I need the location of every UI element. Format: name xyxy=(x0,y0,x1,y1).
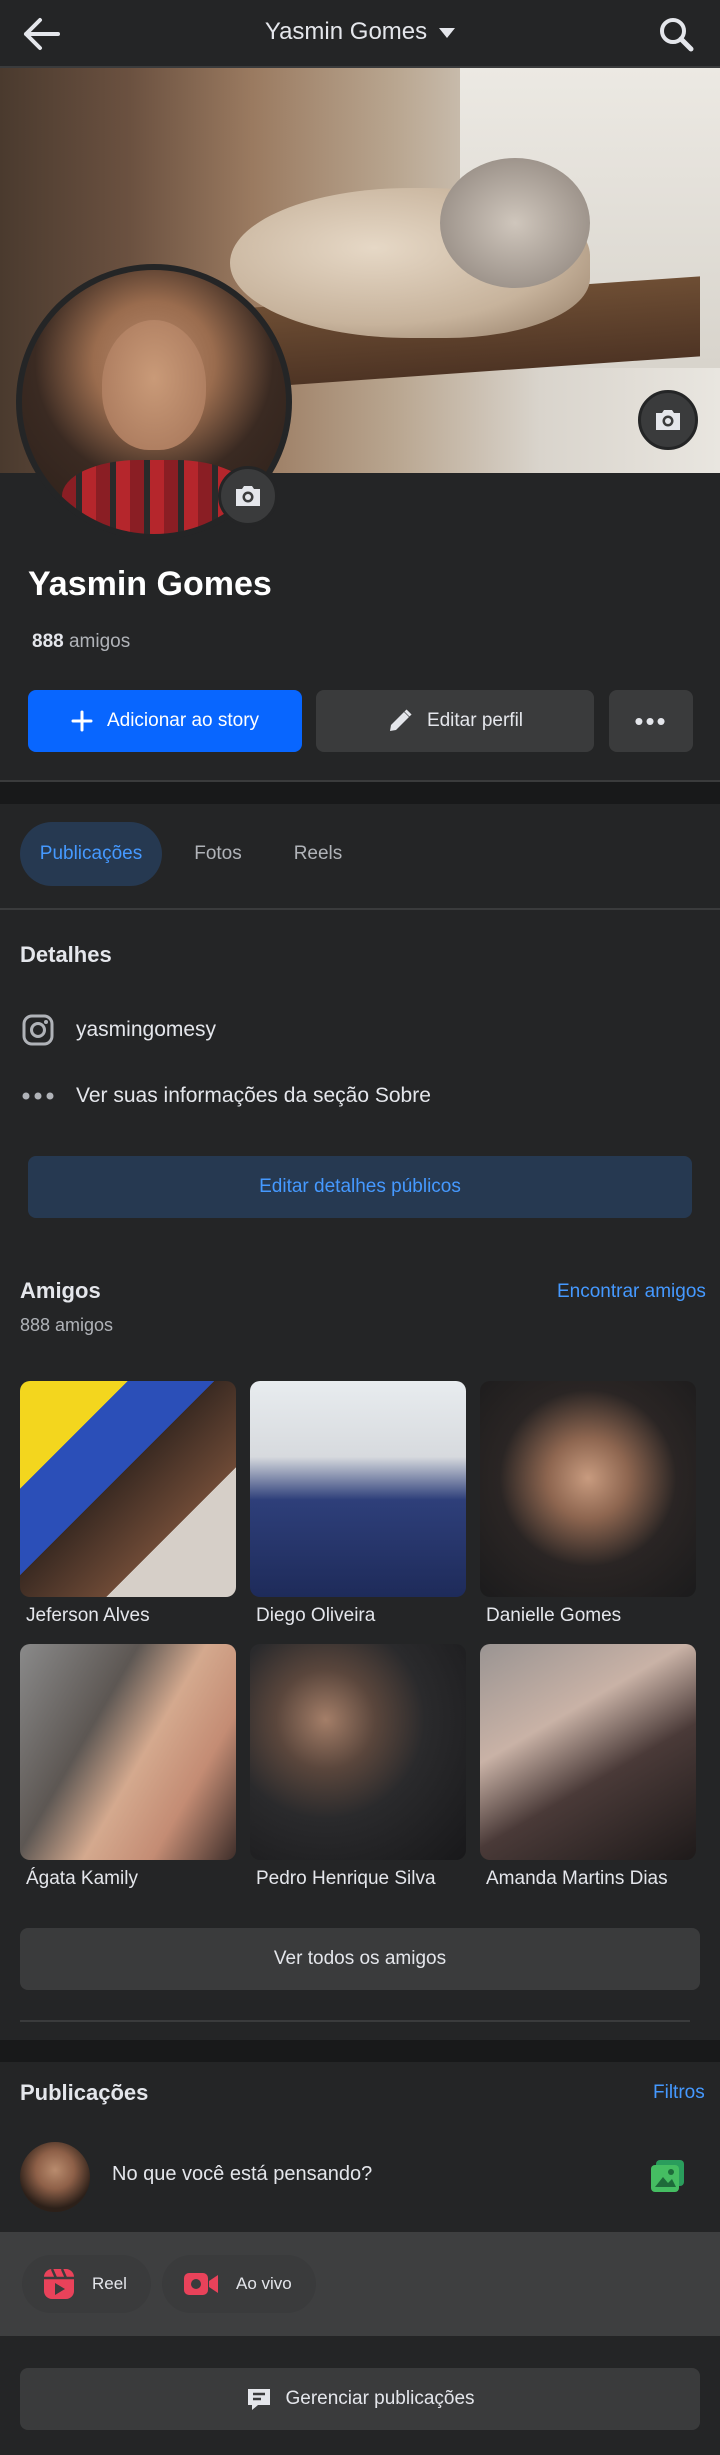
cover-cat-head xyxy=(440,158,590,288)
edit-profile-label: Editar perfil xyxy=(426,710,524,731)
search-icon[interactable] xyxy=(656,14,696,54)
find-friends-link[interactable]: Encontrar amigos xyxy=(557,1281,706,1303)
live-label: Ao vivo xyxy=(236,2274,292,2293)
divider xyxy=(20,2020,690,2022)
header-title: Yasmin Gomes xyxy=(264,18,428,45)
reel-button[interactable]: Reel xyxy=(22,2255,151,2313)
friends-count-text: 888 amigos xyxy=(20,1315,114,1335)
friends-title: Amigos xyxy=(20,1278,101,1303)
friend-card[interactable]: Pedro Henrique Silva xyxy=(250,1644,466,1890)
caret-down-icon xyxy=(439,27,456,38)
friend-name: Amanda Martins Dias xyxy=(486,1868,668,1889)
top-bar: Yasmin Gomes xyxy=(0,0,720,68)
profile-switcher[interactable]: Yasmin Gomes xyxy=(0,18,720,46)
more-dots-icon xyxy=(20,1078,56,1114)
tab-fotos[interactable]: Fotos xyxy=(176,822,260,886)
composer-prompt[interactable]: No que você está pensando? xyxy=(112,2163,372,2186)
add-to-story-button[interactable]: Adicionar ao story xyxy=(28,690,302,752)
friend-name: Danielle Gomes xyxy=(486,1605,622,1626)
friend-card[interactable]: Diego Oliveira xyxy=(250,1381,466,1627)
about-link: Ver suas informações da seção Sobre xyxy=(76,1084,431,1107)
divider xyxy=(0,908,720,910)
manage-posts-button[interactable]: Gerenciar publicações xyxy=(20,2368,700,2430)
avatar[interactable] xyxy=(20,2142,90,2212)
manage-posts-label: Gerenciar publicações xyxy=(285,2388,475,2409)
pencil-icon xyxy=(389,709,412,731)
friend-name: Diego Oliveira xyxy=(256,1605,376,1626)
more-dots-icon: ••• xyxy=(634,705,668,736)
edit-profile-button[interactable]: Editar perfil xyxy=(316,690,594,752)
friends-word: amigos xyxy=(68,631,131,652)
section-separator xyxy=(0,782,720,804)
friend-name: Ágata Kamily xyxy=(26,1868,138,1889)
about-row[interactable]: Ver suas informações da seção Sobre xyxy=(20,1078,431,1114)
manage-posts-icon xyxy=(248,2389,271,2410)
friend-photo xyxy=(480,1644,696,1860)
friends-number: 888 xyxy=(32,631,64,652)
reel-icon xyxy=(44,2268,74,2299)
cover-camera-icon[interactable] xyxy=(638,390,698,450)
more-options-button[interactable]: ••• xyxy=(609,690,693,752)
posts-title: Publicações xyxy=(20,2080,149,2105)
friend-name: Jeferson Alves xyxy=(26,1605,150,1626)
instagram-icon xyxy=(20,1012,56,1048)
live-video-icon xyxy=(184,2273,218,2295)
filters-link[interactable]: Filtros xyxy=(653,2082,705,2104)
friend-photo xyxy=(250,1381,466,1597)
details-title: Detalhes xyxy=(20,942,112,967)
friend-photo xyxy=(250,1644,466,1860)
live-button[interactable]: Ao vivo xyxy=(162,2255,316,2313)
avatar-face xyxy=(102,320,206,450)
profile-name: Yasmin Gomes xyxy=(28,565,272,603)
plus-icon xyxy=(71,710,93,732)
profile-tabs: Publicações Fotos Reels xyxy=(0,822,720,890)
instagram-username: yasmingomesy xyxy=(76,1018,217,1041)
friend-photo xyxy=(20,1644,236,1860)
reel-label: Reel xyxy=(92,2274,127,2293)
add-to-story-label: Adicionar ao story xyxy=(106,710,260,731)
tab-publicacoes[interactable]: Publicações xyxy=(20,822,162,886)
edit-public-details-button[interactable]: Editar detalhes públicos xyxy=(28,1156,692,1218)
photo-gallery-icon[interactable] xyxy=(648,2156,688,2196)
friend-card[interactable]: Danielle Gomes xyxy=(480,1381,696,1627)
friends-count[interactable]: 888 amigos xyxy=(32,631,130,653)
tab-reels[interactable]: Reels xyxy=(278,822,358,886)
friend-photo xyxy=(20,1381,236,1597)
friend-card[interactable]: Amanda Martins Dias xyxy=(480,1644,696,1890)
avatar-camera-icon[interactable] xyxy=(218,466,278,526)
friend-card[interactable]: Jeferson Alves xyxy=(20,1381,236,1627)
see-all-friends-button[interactable]: Ver todos os amigos xyxy=(20,1928,700,1990)
section-separator xyxy=(0,2040,720,2062)
instagram-row[interactable]: yasmingomesy xyxy=(20,1012,216,1048)
friend-name: Pedro Henrique Silva xyxy=(256,1868,436,1889)
friend-photo xyxy=(480,1381,696,1597)
friend-card[interactable]: Ágata Kamily xyxy=(20,1644,236,1890)
